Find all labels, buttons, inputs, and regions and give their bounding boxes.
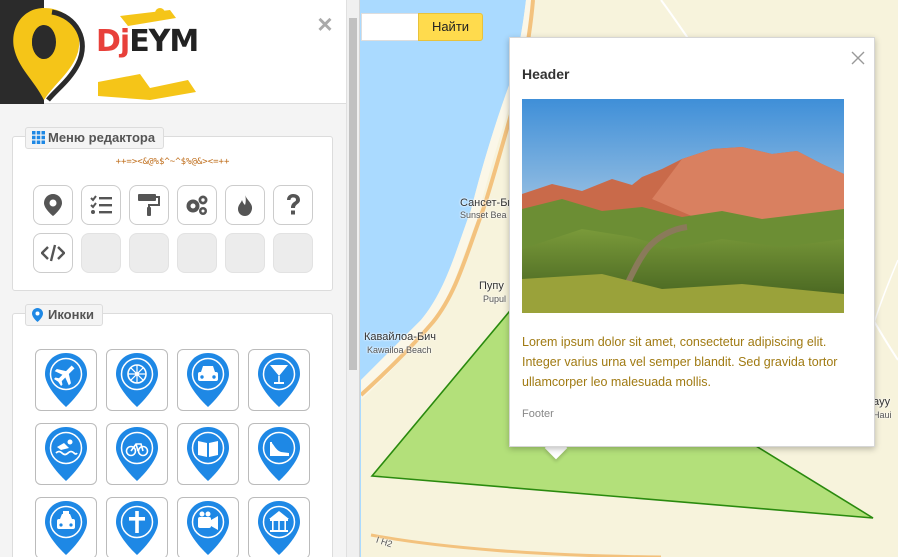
tool-empty-slot xyxy=(81,233,121,273)
icon-preset-book[interactable] xyxy=(177,423,239,485)
icon-preset-airplane[interactable] xyxy=(35,349,97,411)
question-icon xyxy=(287,194,300,215)
swimming-icon xyxy=(45,427,87,481)
map-label-pupukea-en: Pupul xyxy=(483,294,507,304)
icons-panel-title: Иконки xyxy=(25,304,103,326)
bicycle-icon xyxy=(116,427,158,481)
icon-preset-bicycle[interactable] xyxy=(106,423,168,485)
balloon-header: Header xyxy=(522,66,570,82)
map-label-right: ayy xyxy=(873,396,891,408)
sidebar-content: DjEYM × Меню редактора ++=><&@%$^~^$%@&>… xyxy=(0,0,346,557)
icon-preset-ferris-wheel[interactable] xyxy=(106,349,168,411)
close-icon[interactable] xyxy=(850,50,866,66)
church-cross-icon xyxy=(116,501,158,555)
icons-panel-title-text: Иконки xyxy=(48,307,94,322)
paint-roller-icon xyxy=(138,194,160,216)
tool-help-button[interactable] xyxy=(273,185,313,225)
mountain-landscape-image xyxy=(522,99,844,313)
map-label-sunset: Сансет-Би xyxy=(460,197,514,209)
book-icon xyxy=(187,427,229,481)
icon-preset-carousel[interactable] xyxy=(248,497,310,557)
icon-preset-car[interactable] xyxy=(177,349,239,411)
editor-sidebar: DjEYM × Меню редактора ++=><&@%$^~^$%@&>… xyxy=(0,0,360,557)
editor-menu-panel: Меню редактора ++=><&@%$^~^$%@&><=++ xyxy=(12,127,333,291)
sidebar-close-button[interactable]: × xyxy=(314,11,336,37)
tool-placemark-button[interactable] xyxy=(33,185,73,225)
tool-style-button[interactable] xyxy=(129,185,169,225)
map-search-input[interactable] xyxy=(361,13,419,41)
tool-empty-slot xyxy=(225,233,265,273)
code-icon xyxy=(41,244,65,262)
tool-list-button[interactable] xyxy=(81,185,121,225)
balloon-image xyxy=(522,99,844,313)
taxi-icon xyxy=(45,501,87,555)
icon-preset-high-heel[interactable] xyxy=(248,423,310,485)
car-icon xyxy=(187,353,229,407)
tool-empty-slot xyxy=(129,233,169,273)
icon-preset-video-camera[interactable] xyxy=(177,497,239,557)
ferris-wheel-icon xyxy=(116,353,158,407)
icon-preset-swimming[interactable] xyxy=(35,423,97,485)
carousel-icon xyxy=(258,501,300,555)
balloon-footer: Footer xyxy=(522,408,554,420)
icon-preset-taxi[interactable] xyxy=(35,497,97,557)
map-label-kawailoa-en: Kawailoa Beach xyxy=(367,345,432,355)
tool-empty-slot xyxy=(273,233,313,273)
tool-settings-button[interactable] xyxy=(177,185,217,225)
map-search-button[interactable]: Найти xyxy=(418,13,483,41)
logo-wordmark: DjEYM xyxy=(96,24,199,59)
list-icon xyxy=(90,195,112,214)
map-balloon: Header Lorem ipsum dolor sit amet, conse… xyxy=(509,37,875,447)
tool-heatmap-button[interactable] xyxy=(225,185,265,225)
map-label-right-en: Haui xyxy=(873,410,892,420)
map-marker-icon xyxy=(44,194,62,216)
airplane-icon xyxy=(45,353,87,407)
sidebar-scrollbar-thumb[interactable] xyxy=(349,18,357,370)
logo-area: DjEYM × xyxy=(0,0,346,104)
icon-preset-church-cross[interactable] xyxy=(106,497,168,557)
map-marker-icon xyxy=(32,308,43,322)
map-label-kawailoa: Кавайлоа-Бич xyxy=(364,331,437,343)
tool-code-button[interactable] xyxy=(33,233,73,273)
map-label-sunset-en: Sunset Bea xyxy=(460,210,507,220)
tool-empty-slot xyxy=(177,233,217,273)
editor-code-line: ++=><&@%$^~^$%@&><=++ xyxy=(115,157,230,167)
high-heel-icon xyxy=(258,427,300,481)
video-camera-icon xyxy=(187,501,229,555)
map-label-pupukea: Пупу xyxy=(479,280,504,292)
icons-panel: Иконки xyxy=(12,304,333,557)
grid-icon xyxy=(32,131,45,144)
balloon-body-text: Lorem ipsum dolor sit amet, consectetur … xyxy=(522,335,838,389)
gears-icon xyxy=(186,195,208,215)
fire-icon xyxy=(238,194,253,216)
cocktail-icon xyxy=(258,353,300,407)
editor-menu-title: Меню редактора xyxy=(25,127,165,149)
editor-menu-title-text: Меню редактора xyxy=(48,130,156,145)
icon-preset-cocktail[interactable] xyxy=(248,349,310,411)
